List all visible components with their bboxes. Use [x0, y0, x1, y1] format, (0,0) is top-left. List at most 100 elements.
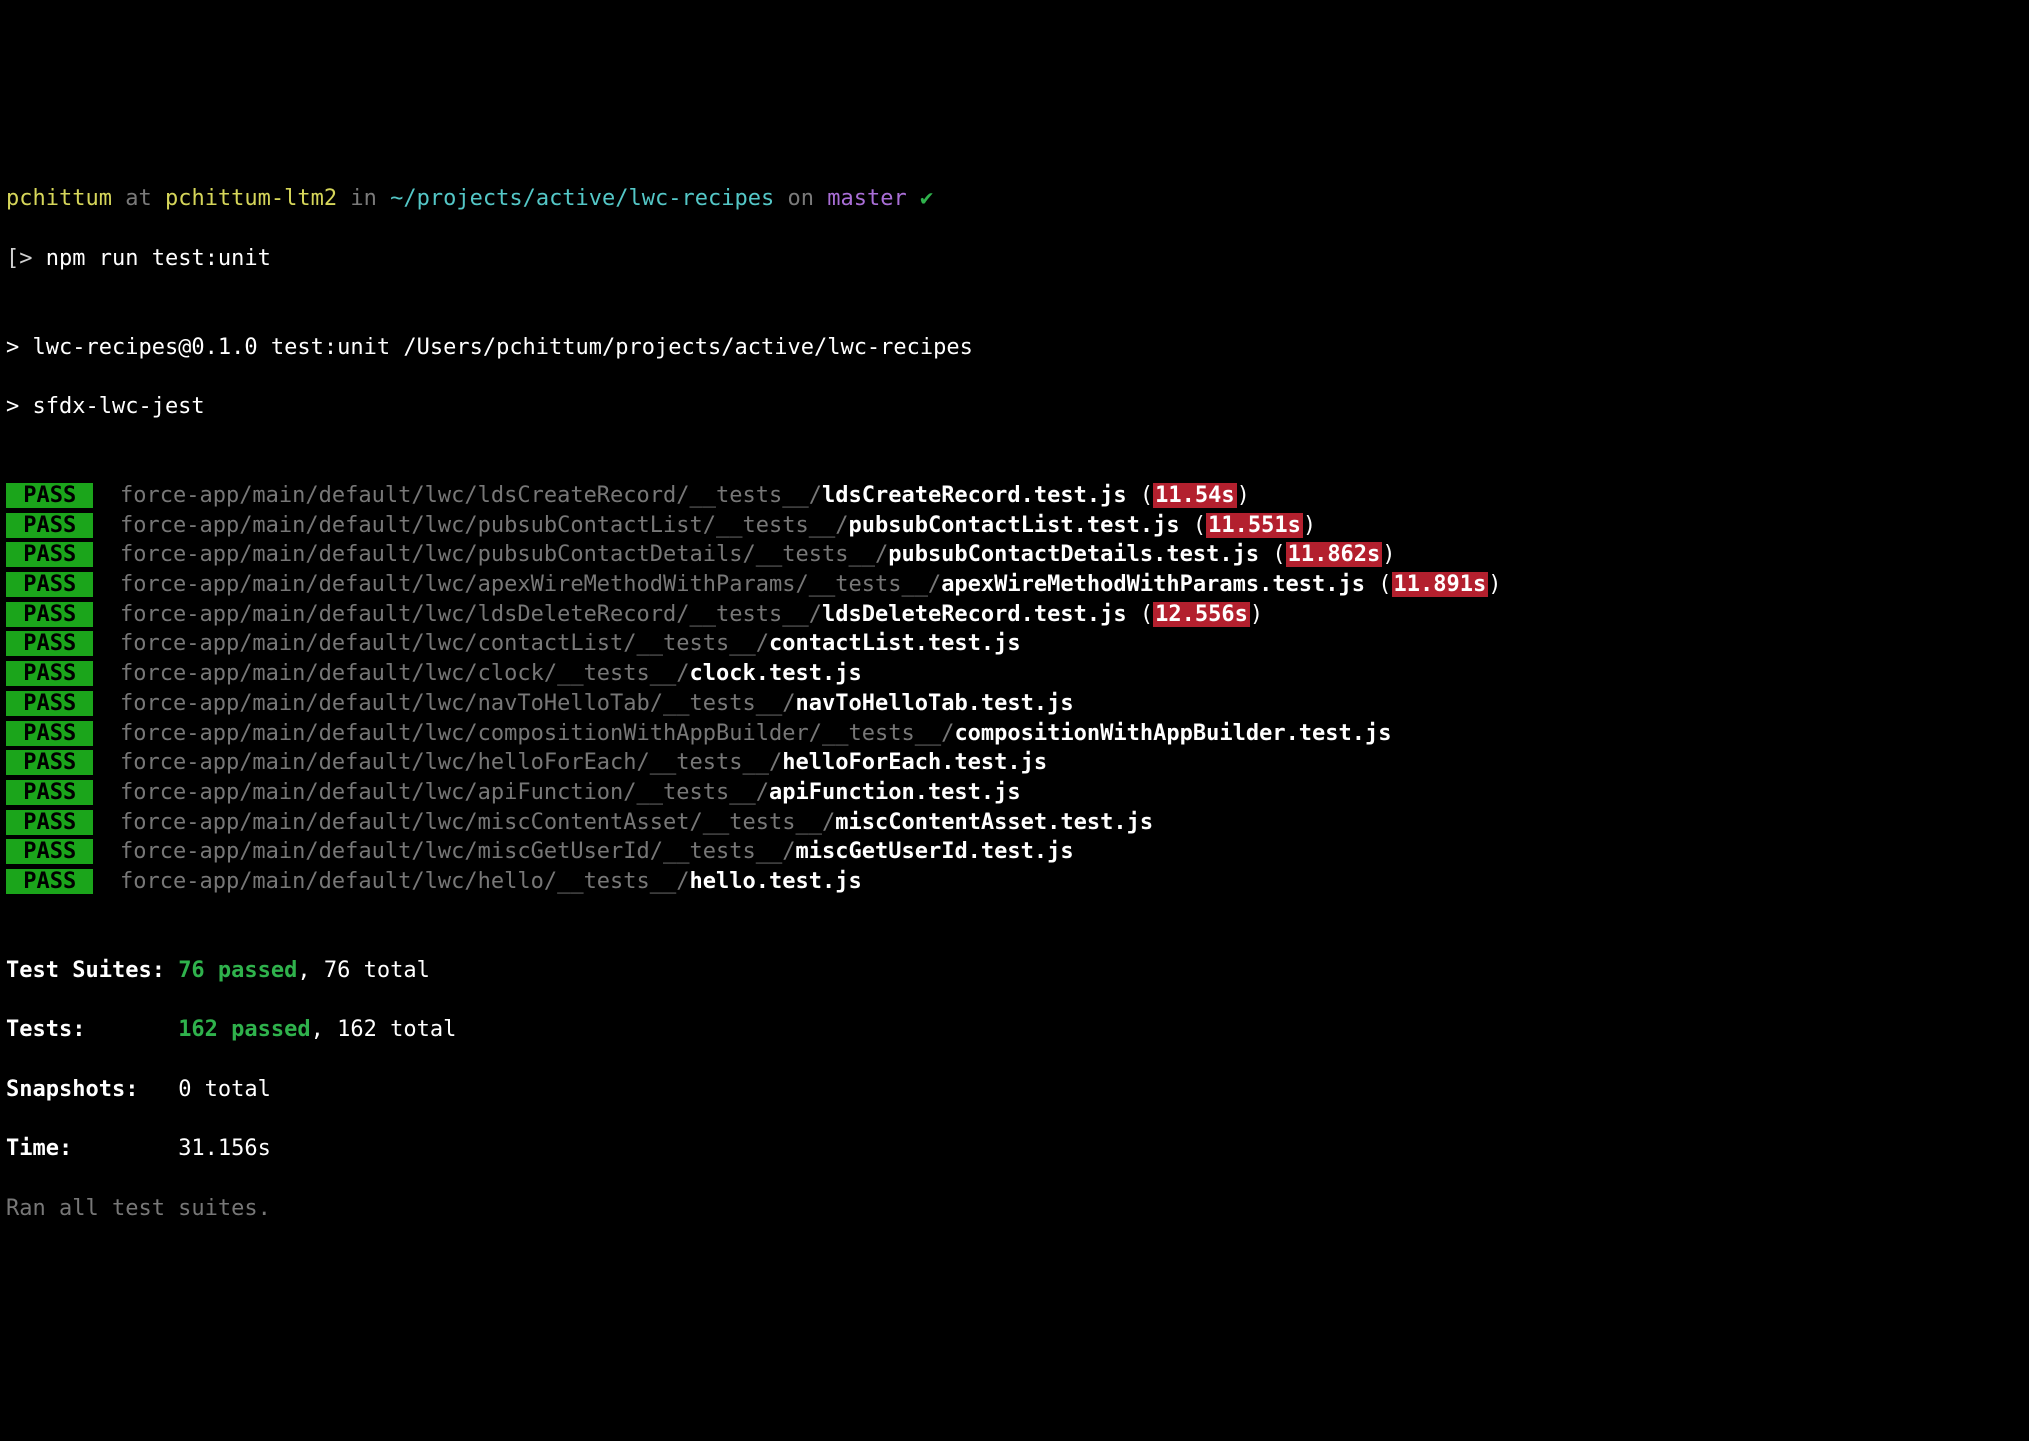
test-line: PASS force-app/main/default/lwc/composit…	[6, 719, 2023, 749]
test-dir: force-app/main/default/lwc/apexWireMetho…	[120, 572, 941, 597]
prompt-on: on	[774, 186, 827, 211]
summary-suites: Test Suites: 76 passed, 76 total	[6, 956, 2023, 986]
pass-badge: PASS	[6, 721, 93, 746]
summary-snapshots: Snapshots: 0 total	[6, 1075, 2023, 1105]
pass-badge: PASS	[6, 542, 93, 567]
test-time: 11.54s	[1153, 483, 1236, 508]
prompt-caret: [>	[6, 246, 46, 271]
test-time: 11.551s	[1206, 513, 1303, 538]
prompt-host: pchittum-ltm2	[165, 186, 337, 211]
test-file: navToHelloTab.test.js	[796, 691, 1074, 716]
test-file: helloForEach.test.js	[782, 750, 1047, 775]
pass-badge: PASS	[6, 661, 93, 686]
summary-total: , 162 total	[311, 1017, 457, 1042]
test-line: PASS force-app/main/default/lwc/ldsDelet…	[6, 600, 2023, 630]
test-file: pubsubContactDetails.test.js	[888, 542, 1259, 567]
summary-value: 0 total	[178, 1077, 271, 1102]
test-line: PASS force-app/main/default/lwc/miscCont…	[6, 808, 2023, 838]
test-file: miscContentAsset.test.js	[835, 810, 1153, 835]
test-file: hello.test.js	[690, 869, 862, 894]
summary-label: Test Suites:	[6, 958, 178, 983]
test-line: PASS force-app/main/default/lwc/clock/__…	[6, 659, 2023, 689]
summary-value: 31.156s	[178, 1136, 271, 1161]
pass-badge: PASS	[6, 483, 93, 508]
summary-passed: 76 passed	[178, 958, 297, 983]
test-time-close: )	[1237, 483, 1250, 508]
summary-total: , 76 total	[297, 958, 429, 983]
test-dir: force-app/main/default/lwc/ldsCreateReco…	[120, 483, 822, 508]
prompt-user: pchittum	[6, 186, 112, 211]
pass-badge: PASS	[6, 691, 93, 716]
summary-label: Snapshots:	[6, 1077, 178, 1102]
test-line: PASS force-app/main/default/lwc/contactL…	[6, 629, 2023, 659]
test-time-open: (	[1127, 483, 1154, 508]
prompt-check-icon: ✔	[907, 186, 934, 211]
test-dir: force-app/main/default/lwc/miscContentAs…	[120, 810, 835, 835]
test-line: PASS force-app/main/default/lwc/apiFunct…	[6, 778, 2023, 808]
test-file: apiFunction.test.js	[769, 780, 1021, 805]
test-dir: force-app/main/default/lwc/pubsubContact…	[120, 513, 848, 538]
test-dir: force-app/main/default/lwc/contactList/_…	[120, 631, 769, 656]
test-line: PASS force-app/main/default/lwc/helloFor…	[6, 748, 2023, 778]
pass-badge: PASS	[6, 810, 93, 835]
summary-label: Time:	[6, 1136, 178, 1161]
command-text: npm run test:unit	[46, 246, 271, 271]
npm-script-line: > sfdx-lwc-jest	[6, 392, 2023, 422]
pass-badge: PASS	[6, 572, 93, 597]
test-dir: force-app/main/default/lwc/helloForEach/…	[120, 750, 782, 775]
test-time-close: )	[1488, 572, 1501, 597]
test-dir: force-app/main/default/lwc/pubsubContact…	[120, 542, 888, 567]
prompt-cwd: ~/projects/active/lwc-recipes	[390, 186, 774, 211]
test-time: 11.862s	[1286, 542, 1383, 567]
prompt-line: pchittum at pchittum-ltm2 in ~/projects/…	[6, 184, 2023, 214]
test-time-close: )	[1382, 542, 1395, 567]
terminal: { "prompt": { "user": "pchittum", "at": …	[0, 59, 2029, 1322]
prompt-in: in	[337, 186, 390, 211]
test-time: 12.556s	[1153, 602, 1250, 627]
test-file: miscGetUserId.test.js	[796, 839, 1074, 864]
test-dir: force-app/main/default/lwc/miscGetUserId…	[120, 839, 796, 864]
test-dir: force-app/main/default/lwc/hello/__tests…	[120, 869, 690, 894]
npm-script-line: > lwc-recipes@0.1.0 test:unit /Users/pch…	[6, 333, 2023, 363]
test-line: PASS force-app/main/default/lwc/navToHel…	[6, 689, 2023, 719]
test-file: clock.test.js	[690, 661, 862, 686]
test-file: ldsDeleteRecord.test.js	[822, 602, 1127, 627]
summary-passed: 162 passed	[178, 1017, 310, 1042]
test-dir: force-app/main/default/lwc/compositionWi…	[120, 721, 954, 746]
test-time: 11.891s	[1392, 572, 1489, 597]
test-time-open: (	[1259, 542, 1286, 567]
test-file: compositionWithAppBuilder.test.js	[954, 721, 1391, 746]
pass-badge: PASS	[6, 750, 93, 775]
pass-badge: PASS	[6, 839, 93, 864]
test-dir: force-app/main/default/lwc/clock/__tests…	[120, 661, 690, 686]
test-results: PASS force-app/main/default/lwc/ldsCreat…	[6, 481, 2023, 897]
test-line: PASS force-app/main/default/lwc/pubsubCo…	[6, 511, 2023, 541]
test-time-close: )	[1250, 602, 1263, 627]
test-line: PASS force-app/main/default/lwc/apexWire…	[6, 570, 2023, 600]
test-time-open: (	[1180, 513, 1207, 538]
pass-badge: PASS	[6, 631, 93, 656]
test-line: PASS force-app/main/default/lwc/pubsubCo…	[6, 540, 2023, 570]
test-time-open: (	[1365, 572, 1392, 597]
pass-badge: PASS	[6, 513, 93, 538]
prompt-at: at	[112, 186, 165, 211]
prompt-branch: master	[827, 186, 906, 211]
test-line: PASS force-app/main/default/lwc/miscGetU…	[6, 837, 2023, 867]
test-time-open: (	[1127, 602, 1154, 627]
pass-badge: PASS	[6, 869, 93, 894]
test-file: contactList.test.js	[769, 631, 1021, 656]
test-line: PASS force-app/main/default/lwc/hello/__…	[6, 867, 2023, 897]
summary-label: Tests:	[6, 1017, 178, 1042]
test-file: pubsubContactList.test.js	[848, 513, 1179, 538]
test-dir: force-app/main/default/lwc/ldsDeleteReco…	[120, 602, 822, 627]
summary-time: Time: 31.156s	[6, 1134, 2023, 1164]
command-line[interactable]: [> npm run test:unit	[6, 244, 2023, 274]
test-file: ldsCreateRecord.test.js	[822, 483, 1127, 508]
test-dir: force-app/main/default/lwc/navToHelloTab…	[120, 691, 796, 716]
test-line: PASS force-app/main/default/lwc/ldsCreat…	[6, 481, 2023, 511]
pass-badge: PASS	[6, 780, 93, 805]
test-time-close: )	[1303, 513, 1316, 538]
summary-tests: Tests: 162 passed, 162 total	[6, 1015, 2023, 1045]
summary-ran: Ran all test suites.	[6, 1194, 2023, 1224]
test-file: apexWireMethodWithParams.test.js	[941, 572, 1365, 597]
